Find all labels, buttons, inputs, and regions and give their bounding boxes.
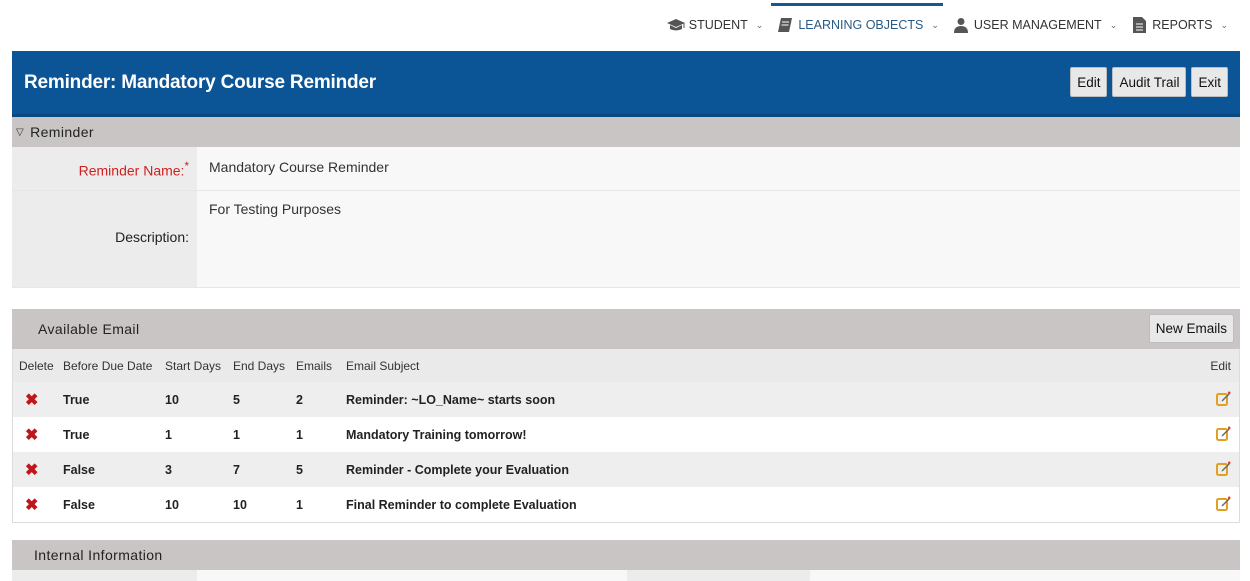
email-table: Delete Before Due Date Start Days End Da… (12, 349, 1240, 523)
email-table-header: Delete Before Due Date Start Days End Da… (13, 349, 1239, 382)
cell-end-days: 1 (233, 427, 240, 442)
chevron-down-icon: ⌄ (1220, 19, 1228, 30)
cell-end-days: 10 (233, 497, 247, 512)
new-emails-button[interactable]: New Emails (1148, 314, 1234, 343)
delete-icon[interactable]: ✖ (25, 462, 38, 479)
col-email-subject: Email Subject (346, 358, 420, 373)
col-delete: Delete (19, 358, 54, 373)
cell-emails: 1 (296, 427, 303, 442)
delete-icon[interactable]: ✖ (25, 392, 38, 409)
cell-email-subject: Reminder - Complete your Evaluation (346, 462, 569, 477)
reminder-section-header[interactable]: ▽ Reminder (12, 117, 1240, 147)
col-end-days: End Days (233, 358, 286, 373)
description-label: Description: (12, 191, 197, 287)
internal-value-cell (810, 570, 1240, 581)
reminder-name-label-text: Reminder Name: (78, 162, 185, 179)
table-row: ✖ False 10 10 1 Final Reminder to comple… (13, 487, 1239, 522)
col-start-days: Start Days (165, 358, 222, 373)
table-row: ✖ False 3 7 5 Reminder - Complete your E… (13, 452, 1239, 487)
nav-reports[interactable]: REPORTS ⌄ (1125, 0, 1232, 50)
internal-information-body (12, 570, 1240, 581)
cell-before-due-date: False (63, 497, 95, 512)
internal-label-cell (627, 570, 810, 581)
cell-start-days: 3 (165, 462, 172, 477)
cell-email-subject: Mandatory Training tomorrow! (346, 427, 527, 442)
document-icon (1129, 16, 1149, 34)
book-icon (775, 16, 795, 34)
internal-information-title: Internal Information (34, 547, 163, 563)
description-value: For Testing Purposes (197, 191, 1240, 287)
cell-before-due-date: True (63, 392, 90, 407)
nav-learning-objects[interactable]: LEARNING OBJECTS ⌄ (771, 0, 943, 50)
nav-reports-label: REPORTS (1152, 18, 1213, 32)
page-title: Reminder: Mandatory Course Reminder (24, 71, 376, 93)
cell-start-days: 10 (165, 392, 179, 407)
graduation-cap-icon (666, 16, 686, 34)
internal-information-header[interactable]: Internal Information (12, 540, 1240, 570)
reminder-name-value: Mandatory Course Reminder (197, 147, 1240, 190)
top-navigation: STUDENT ⌄ LEARNING OBJECTS ⌄ USER MANAGE… (658, 0, 1232, 50)
cell-before-due-date: False (63, 462, 95, 477)
cell-start-days: 1 (165, 427, 172, 442)
cell-emails: 5 (296, 462, 303, 477)
edit-icon[interactable] (1216, 461, 1231, 479)
chevron-down-icon: ⌄ (931, 19, 939, 30)
nav-user-management-label: USER MANAGEMENT (973, 18, 1102, 32)
nav-student[interactable]: STUDENT ⌄ (662, 0, 768, 50)
internal-value-cell (197, 570, 627, 581)
required-marker: * (184, 160, 189, 173)
user-icon (951, 16, 971, 34)
audit-trail-button[interactable]: Audit Trail (1112, 67, 1187, 97)
nav-learning-objects-label: LEARNING OBJECTS (798, 18, 924, 32)
cell-before-due-date: True (63, 427, 90, 442)
table-row: ✖ True 1 1 1 Mandatory Training tomorrow… (13, 417, 1239, 452)
edit-icon[interactable] (1216, 391, 1231, 409)
cell-emails: 1 (296, 497, 303, 512)
table-row: ✖ True 10 5 2 Reminder: ~LO_Name~ starts… (13, 382, 1239, 417)
chevron-down-icon: ⌄ (755, 19, 764, 30)
cell-emails: 2 (296, 392, 303, 407)
nav-student-label: STUDENT (688, 18, 748, 32)
internal-label-cell (12, 570, 197, 581)
cell-email-subject: Reminder: ~LO_Name~ starts soon (346, 392, 556, 407)
cell-end-days: 5 (233, 392, 240, 407)
available-email-header: Available Email New Emails (12, 309, 1240, 349)
nav-user-management[interactable]: USER MANAGEMENT ⌄ (947, 0, 1121, 50)
delete-icon[interactable]: ✖ (25, 427, 38, 444)
reminder-section-title: Reminder (30, 124, 94, 140)
header-actions: Edit Audit Trail Exit (1070, 67, 1228, 97)
available-email-title: Available Email (38, 321, 140, 337)
edit-button[interactable]: Edit (1070, 67, 1108, 97)
chevron-down-icon: ⌄ (1109, 19, 1118, 30)
cell-email-subject: Final Reminder to complete Evaluation (346, 497, 577, 512)
col-before-due-date: Before Due Date (63, 358, 153, 373)
cell-end-days: 7 (233, 462, 240, 477)
col-emails: Emails (296, 358, 333, 373)
description-row: Description: For Testing Purposes (12, 191, 1240, 288)
delete-icon[interactable]: ✖ (25, 497, 38, 514)
cell-start-days: 10 (165, 497, 179, 512)
page-header: Reminder: Mandatory Course Reminder Edit… (12, 51, 1240, 117)
collapse-triangle-icon: ▽ (16, 126, 25, 138)
reminder-name-label: Reminder Name:* (12, 147, 197, 190)
exit-button[interactable]: Exit (1191, 67, 1228, 97)
reminder-name-row: Reminder Name:* Mandatory Course Reminde… (12, 147, 1240, 191)
edit-icon[interactable] (1216, 496, 1231, 514)
edit-icon[interactable] (1216, 426, 1231, 444)
col-edit: Edit (1210, 358, 1231, 373)
